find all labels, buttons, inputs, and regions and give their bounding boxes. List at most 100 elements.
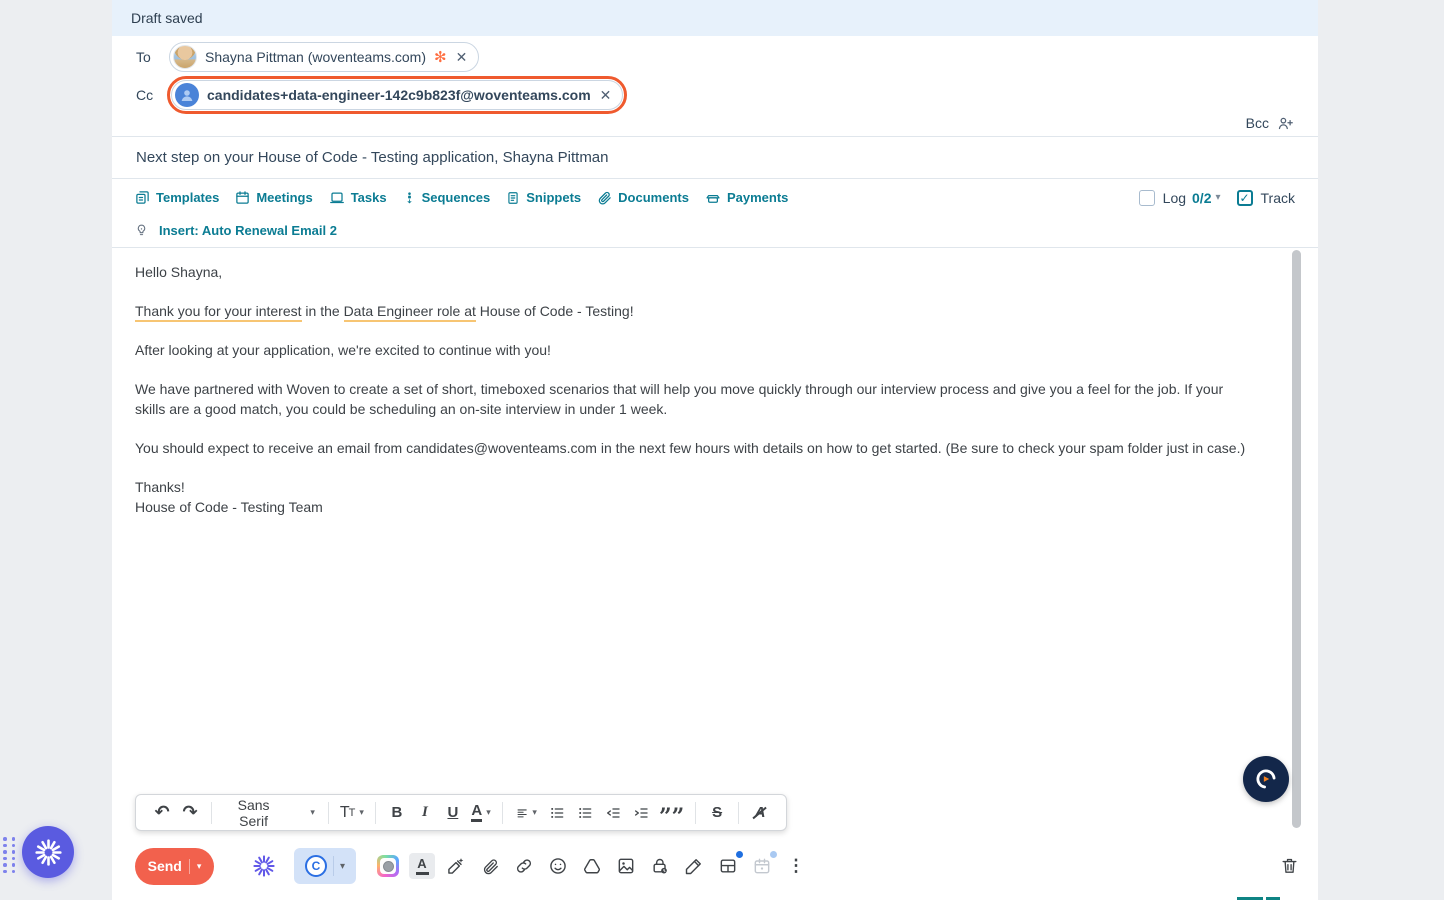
burst-icon [34,838,62,866]
divider [738,801,739,824]
body-closing: Thanks! [135,479,185,495]
divider [211,801,212,824]
ordered-list-button[interactable] [546,799,568,827]
layout-table-button[interactable] [715,851,743,879]
font-size-button[interactable]: TT ▾ [339,799,365,827]
divider [695,801,697,824]
templates-button[interactable]: Templates [135,190,219,205]
track-checkbox[interactable]: ✓ [1236,189,1253,206]
snippets-button[interactable]: Snippets [506,190,581,206]
calendar-icon [754,858,770,874]
grammar-underline: Data Engineer role at [343,303,476,322]
body-paragraph: We have partnered with Woven to create a… [135,381,1224,417]
extension-burst-button[interactable] [253,855,275,877]
subject-field[interactable]: Next step on your House of Code - Testin… [112,137,1318,178]
paperclip-icon [483,858,498,874]
cc-chip-focus-ring: candidates+data-engineer-142c9b823f@wove… [167,76,628,114]
tasks-button[interactable]: Tasks [329,190,387,205]
divider [327,801,329,824]
log-count: 0/2 [1192,189,1212,206]
indent-button[interactable] [630,799,652,827]
insert-suggestion[interactable]: Insert: Auto Renewal Email 2 [135,215,337,245]
insert-link-button[interactable] [511,853,537,879]
more-options-button[interactable]: ⋮ [783,853,809,879]
italic-button[interactable]: I [414,799,436,827]
send-button[interactable]: Send ▾ [135,847,214,885]
extension-floating-button[interactable] [22,826,74,878]
draft-status-bar: Draft saved [112,0,1318,36]
drive-icon [583,859,601,874]
blockquote-button[interactable]: ”” [658,799,685,828]
signature-pen-button[interactable] [681,853,707,879]
calendar-app-button[interactable]: C ▾ [294,848,356,884]
insert-from-drive-button[interactable] [579,853,605,879]
log-dropdown-caret-icon[interactable]: ▾ [1215,192,1220,203]
cc-row: Cc candidates+data-engineer-142c9b823f@w… [136,76,628,114]
burst-icon [253,855,275,877]
record-video-button[interactable] [375,853,401,879]
log-checkbox[interactable] [1138,189,1155,206]
to-recipient-chip[interactable]: Shayna Pittman (woventeams.com) ✻ ✕ [169,42,480,72]
send-row: Send ▾ C ▾ A ⋮ [135,847,1300,885]
more-icon: ⋮ [787,856,805,875]
pen-icon [685,859,701,875]
widget-drag-handle[interactable] [3,837,15,873]
ordered-list-icon [551,807,564,818]
hubspot-sprocket-icon: ✻ [433,48,447,66]
divider [375,801,376,824]
chevron-down-icon: ▾ [532,807,537,817]
to-row: To Shayna Pittman (woventeams.com) ✻ ✕ [136,42,480,72]
attach-file-button[interactable] [477,853,503,879]
lock-clock-icon [653,858,667,874]
check-icon: ✓ [1239,190,1250,205]
notification-dot [770,851,777,858]
body-scrollbar[interactable] [1292,250,1301,828]
session-replay-floating-button[interactable] [1243,756,1289,802]
payments-icon [706,195,720,203]
cc-recipient-text: candidates+data-engineer-142c9b823f@wove… [207,87,591,103]
remove-cc-recipient-icon[interactable]: ✕ [599,88,613,102]
redo-button[interactable]: ↷ [179,799,201,827]
confidential-mode-button[interactable] [647,853,673,879]
sequences-button[interactable]: Sequences [403,190,490,206]
insert-emoji-button[interactable] [545,853,571,879]
font-family-select[interactable]: Sans Serif ▾ [222,796,318,829]
divider [502,801,504,824]
track-label: Track [1260,189,1295,206]
documents-button[interactable]: Documents [597,190,689,205]
undo-icon: ↶ [154,802,170,822]
bcc-button[interactable]: Bcc [1246,111,1295,135]
body-signature: House of Code - Testing Team [135,499,323,515]
strikethrough-button[interactable]: S [706,799,728,827]
send-options-caret-icon[interactable]: ▾ [197,861,202,872]
cc-recipient-chip[interactable]: candidates+data-engineer-142c9b823f@wove… [171,80,624,110]
redo-icon: ↷ [182,802,198,822]
to-recipient-text: Shayna Pittman (woventeams.com) [205,49,426,65]
text-color-button[interactable]: A ▾ [470,799,492,827]
subject-text: Next step on your House of Code - Testin… [136,149,609,166]
discard-draft-button[interactable] [1280,856,1299,878]
body-paragraph: Thank you for your interest in the Data … [135,301,1247,322]
insert-suggestion-link: Insert: Auto Renewal Email 2 [159,222,337,238]
email-body-editor[interactable]: Hello Shayna, Thank you for your interes… [112,248,1318,832]
table-icon [720,859,736,873]
body-paragraph: After looking at your application, we're… [135,342,551,358]
tasks-icon [329,192,344,204]
bullet-list-button[interactable] [574,799,596,827]
undo-button[interactable]: ↶ [151,799,173,827]
outdent-button[interactable] [602,799,624,827]
link-icon [517,859,531,873]
emoji-icon [550,858,566,874]
underline-button[interactable]: U [442,799,464,827]
align-button[interactable]: ▾ [513,799,540,827]
meetings-button[interactable]: Meetings [235,190,313,205]
insert-image-button[interactable] [613,853,639,879]
clear-formatting-button[interactable]: A [749,799,771,827]
schedule-send-button[interactable] [749,851,777,879]
text-style-button[interactable]: A [409,853,435,879]
font-family-value: Sans Serif [237,796,270,829]
ai-writing-button[interactable] [443,853,469,879]
bold-button[interactable]: B [386,799,408,827]
payments-button[interactable]: Payments [705,190,788,205]
remove-to-recipient-icon[interactable]: ✕ [455,50,469,64]
